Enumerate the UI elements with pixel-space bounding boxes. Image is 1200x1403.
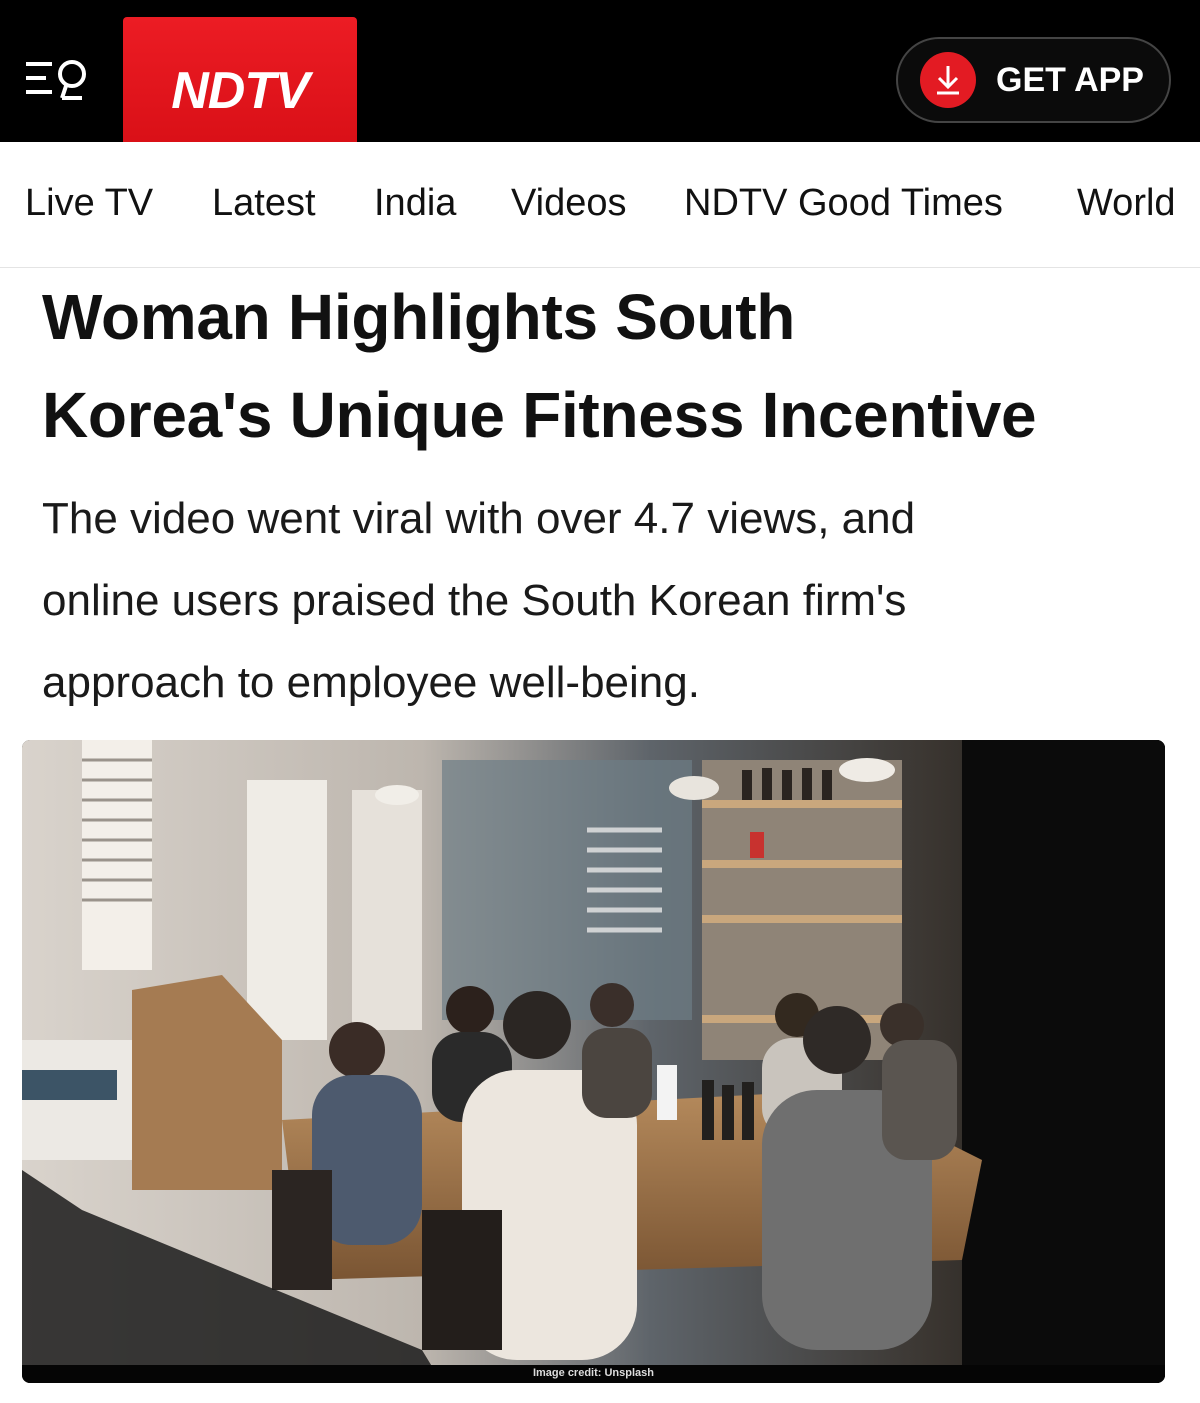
article-summary: The video went viral with over 4.7 views… xyxy=(42,478,1142,724)
category-nav: Live TV Latest India Videos NDTV Good Ti… xyxy=(0,142,1200,268)
logo-text: NDTV xyxy=(171,62,310,120)
nav-item-videos[interactable]: Videos xyxy=(511,182,627,225)
summary-line-1: The video went viral with over 4.7 views… xyxy=(42,494,916,543)
get-app-button[interactable]: GET APP xyxy=(896,37,1171,123)
headline-line-2: Korea's Unique Fitness Incentive xyxy=(42,379,1037,451)
nav-item-india[interactable]: India xyxy=(374,182,456,225)
article-headline: Woman Highlights South Korea's Unique Fi… xyxy=(42,268,1182,464)
summary-line-3: approach to employee well-being. xyxy=(42,658,700,707)
nav-item-good-times[interactable]: NDTV Good Times xyxy=(684,182,1003,225)
download-icon xyxy=(920,52,976,108)
image-credit: Image credit: Unsplash xyxy=(532,1367,655,1379)
nav-item-live-tv[interactable]: Live TV xyxy=(25,182,153,225)
get-app-label: GET APP xyxy=(996,61,1144,99)
top-header: NDTV GET APP xyxy=(0,0,1200,153)
headline-line-1: Woman Highlights South xyxy=(42,281,796,353)
article-photo[interactable]: Image credit: Unsplash xyxy=(22,740,1165,1383)
menu-search-icon[interactable] xyxy=(22,56,94,104)
nav-item-latest[interactable]: Latest xyxy=(212,182,316,225)
nav-item-world[interactable]: World xyxy=(1077,182,1176,225)
summary-line-2: online users praised the South Korean fi… xyxy=(42,576,907,625)
ndtv-logo[interactable]: NDTV xyxy=(123,17,357,153)
